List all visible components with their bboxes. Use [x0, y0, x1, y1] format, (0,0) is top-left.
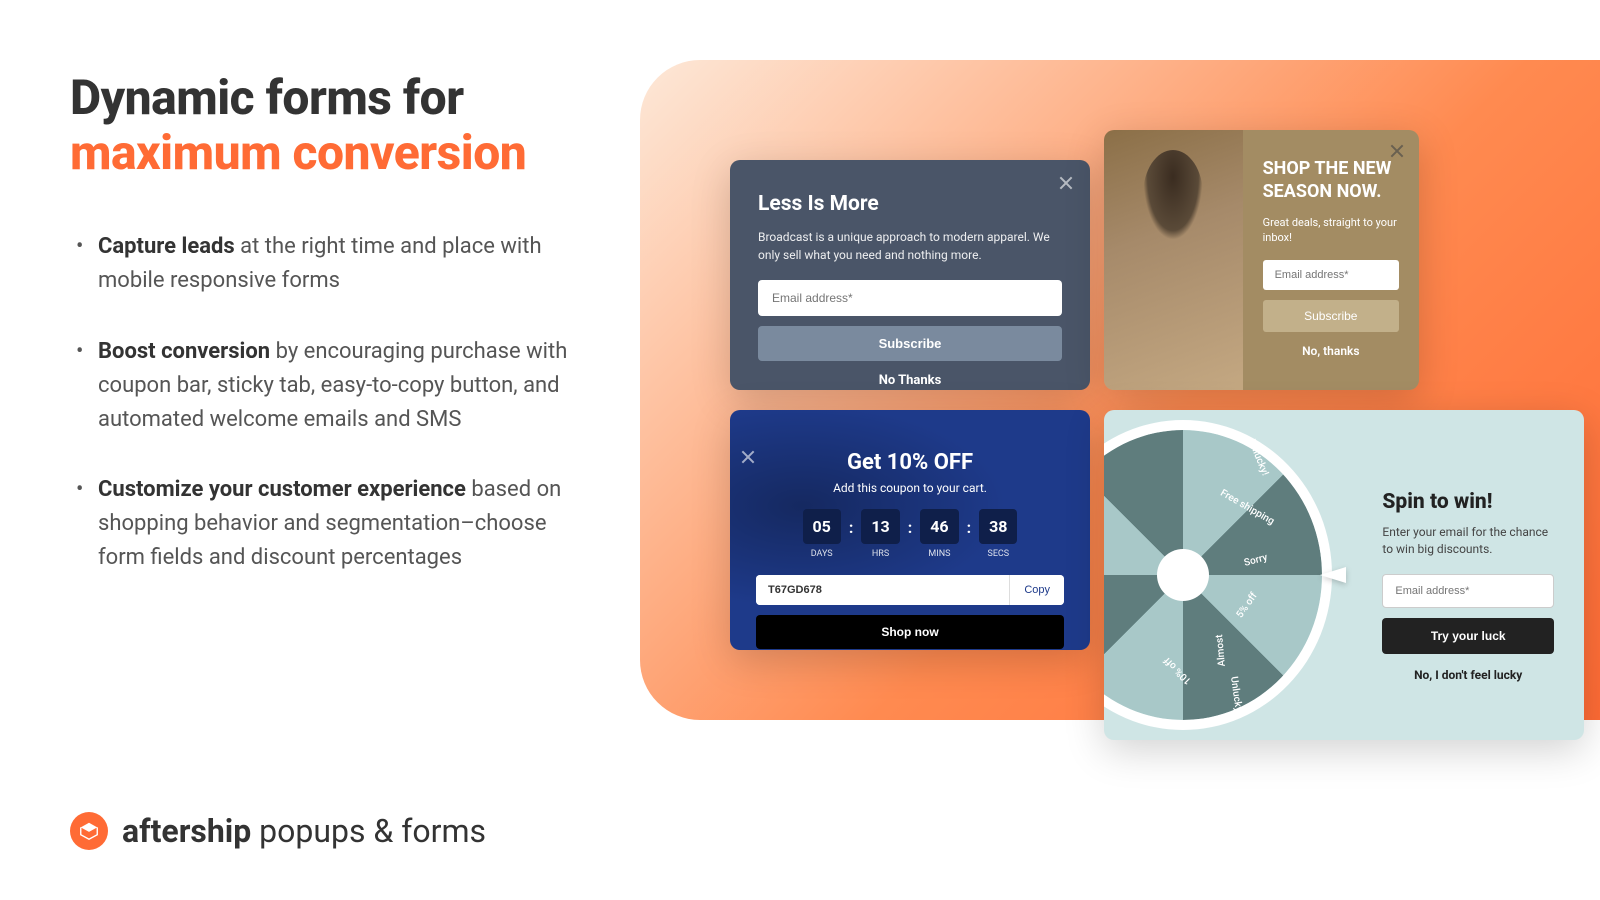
prize-wheel[interactable]: Unlucky! Free shipping Sorry 5% off Almo… [1104, 430, 1322, 720]
shop-now-button[interactable]: Shop now [756, 615, 1064, 649]
timer-secs: 38 [979, 509, 1017, 544]
popup-title: SHOP THE NEW SEASON NOW. [1263, 158, 1399, 203]
coupon-code-input[interactable] [756, 575, 1009, 605]
no-thanks-link[interactable]: No, thanks [1263, 344, 1399, 358]
bullet-item: Customize your customer experience based… [70, 473, 590, 575]
popup-subtitle: Add this coupon to your cart. [756, 481, 1064, 495]
model-photo [1104, 130, 1243, 390]
close-icon[interactable] [740, 448, 756, 464]
popup-spin-wheel: Unlucky! Free shipping Sorry 5% off Almo… [1104, 410, 1584, 740]
bullet-item: Boost conversion by encouraging purchase… [70, 335, 590, 437]
brand-footer: aftership popups & forms [70, 812, 486, 850]
try-luck-button[interactable]: Try your luck [1382, 618, 1554, 654]
no-thanks-link[interactable]: No Thanks [758, 373, 1062, 388]
subscribe-button[interactable]: Subscribe [1263, 300, 1399, 332]
email-input[interactable] [758, 280, 1062, 316]
heading-line1: Dynamic forms for [70, 69, 464, 126]
subscribe-button[interactable]: Subscribe [758, 326, 1062, 361]
heading-accent: maximum conversion [70, 125, 590, 180]
wheel-pointer-icon [1320, 567, 1346, 583]
bullet-strong: Capture leads [98, 234, 235, 259]
bullet-item: Capture leads at the right time and plac… [70, 230, 590, 298]
close-icon[interactable] [1058, 174, 1074, 190]
countdown-timer: 05DAYS : 13HRS : 46MINS : 38SECS [756, 509, 1064, 559]
bullets-list: Capture leads at the right time and plac… [70, 230, 590, 575]
close-icon[interactable] [1389, 142, 1405, 158]
timer-hrs: 13 [861, 509, 899, 544]
brand-text: aftership popups & forms [122, 812, 486, 850]
email-input[interactable] [1382, 574, 1554, 608]
no-lucky-link[interactable]: No, I don't feel lucky [1382, 668, 1554, 682]
email-input[interactable] [1263, 260, 1399, 290]
bullet-strong: Boost conversion [98, 339, 270, 364]
bullet-strong: Customize your customer experience [98, 477, 466, 502]
popup-body: Great deals, straight to your inbox! [1263, 215, 1399, 246]
popup-title: Spin to win! [1382, 490, 1554, 514]
popup-coupon-timer: Get 10% OFF Add this coupon to your cart… [730, 410, 1090, 650]
coupon-row: Copy [756, 575, 1064, 605]
page-heading: Dynamic forms for maximum conversion [70, 70, 590, 180]
aftership-logo-icon [70, 812, 108, 850]
popup-body: Enter your email for the chance to win b… [1382, 524, 1554, 558]
popup-title: Get 10% OFF [756, 450, 1064, 475]
timer-days: 05 [803, 509, 841, 544]
popup-body: Broadcast is a unique approach to modern… [758, 228, 1062, 264]
popup-shop-season: SHOP THE NEW SEASON NOW. Great deals, st… [1104, 130, 1419, 390]
timer-mins: 46 [920, 509, 958, 544]
popup-title: Less Is More [758, 192, 1062, 216]
popup-less-is-more: Less Is More Broadcast is a unique appro… [730, 160, 1090, 390]
wheel-container: Unlucky! Free shipping Sorry 5% off Almo… [1104, 410, 1382, 740]
copy-button[interactable]: Copy [1009, 575, 1064, 605]
